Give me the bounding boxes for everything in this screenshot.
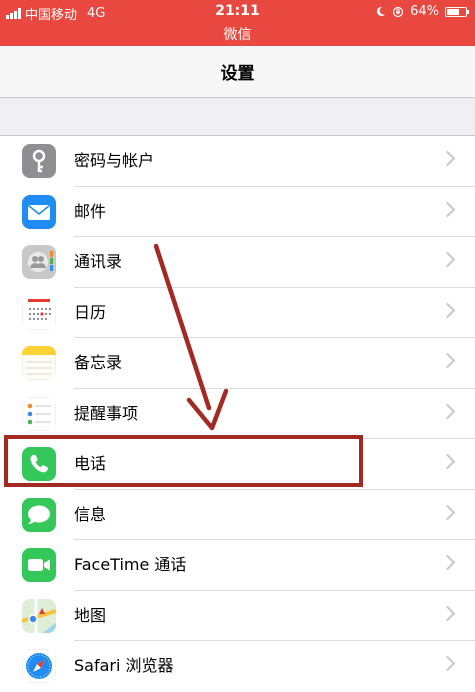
- status-bar: 中国移动 4G 21:11 微信 64%: [0, 0, 475, 46]
- battery-fill: [447, 8, 459, 15]
- notes-icon: [22, 346, 56, 380]
- battery-percent: 64%: [410, 4, 439, 19]
- chevron-right-icon: [439, 504, 456, 520]
- settings-row-messages[interactable]: 信息: [0, 490, 475, 540]
- chevron-right-icon: [439, 554, 456, 571]
- row-label: 通讯录: [74, 252, 123, 271]
- chevron-right-icon: [439, 605, 456, 621]
- chevron-right-icon: [439, 403, 456, 419]
- safari-icon: [22, 649, 56, 683]
- status-right: 64%: [375, 4, 469, 19]
- reminders-icon: [22, 396, 56, 431]
- row-label: 信息: [74, 504, 107, 524]
- status-app-name: 微信: [223, 27, 252, 43]
- settings-row-contacts[interactable]: 通讯录: [0, 237, 475, 288]
- chevron-right-icon: [439, 150, 456, 167]
- chevron-right-icon: [439, 251, 456, 268]
- moon-icon: [376, 6, 386, 17]
- settings-row-maps[interactable]: 地图: [0, 591, 475, 641]
- rotation-lock-icon: [392, 6, 404, 17]
- settings-row-safari[interactable]: Safari 浏览器: [0, 641, 475, 692]
- settings-row-notes[interactable]: 备忘录: [0, 338, 475, 389]
- chevron-right-icon: [439, 201, 456, 217]
- row-label: 日历: [74, 302, 107, 322]
- row-label: 密码与帐户: [74, 151, 155, 170]
- maps-icon: [22, 598, 56, 633]
- settings-row-calendar[interactable]: 日历: [0, 288, 475, 338]
- calendar-icon: [22, 295, 56, 330]
- messages-icon: [22, 497, 56, 532]
- settings-row-facetime[interactable]: FaceTime 通话: [0, 540, 475, 591]
- row-label: FaceTime 通话: [74, 555, 187, 574]
- contacts-icon: [22, 245, 56, 279]
- key-icon: [22, 144, 56, 178]
- row-label: Safari 浏览器: [74, 656, 174, 675]
- row-label: 地图: [74, 605, 107, 625]
- settings-row-passwords[interactable]: 密码与帐户: [0, 136, 475, 187]
- highlight-box: [4, 435, 363, 487]
- row-label: 备忘录: [74, 353, 123, 372]
- settings-row-mail[interactable]: 邮件: [0, 187, 475, 237]
- row-label: 提醒事项: [74, 403, 139, 423]
- row-label: 邮件: [74, 201, 107, 221]
- settings-row-reminders[interactable]: 提醒事项: [0, 389, 475, 439]
- mail-icon: [22, 194, 56, 229]
- chevron-right-icon: [439, 302, 456, 318]
- nav-bar: 设置: [0, 46, 475, 98]
- facetime-icon: [22, 548, 56, 582]
- chevron-right-icon: [439, 352, 456, 369]
- settings-list: 密码与帐户 邮件 通讯录 日历 备忘录 提醒事项 电话 信息 FaceTime …: [0, 135, 475, 692]
- chevron-right-icon: [439, 655, 456, 672]
- battery-icon: [445, 6, 469, 17]
- chevron-right-icon: [439, 453, 456, 470]
- page-title: 设置: [220, 64, 255, 84]
